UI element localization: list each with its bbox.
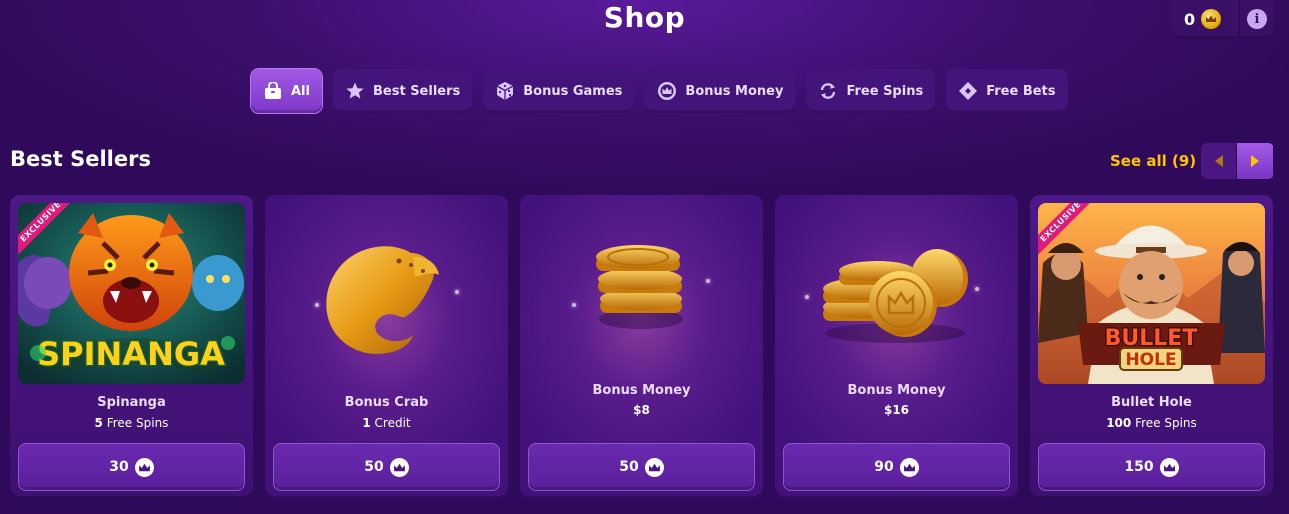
tab-all[interactable]: All (251, 69, 322, 113)
product-card[interactable]: Bonus Crab 1 Credit 50 (265, 195, 508, 500)
game-logo: SPINANGA (37, 335, 225, 373)
tab-label: Bonus Games (523, 83, 623, 99)
game-logo-line2: HOLE (1125, 350, 1176, 370)
chevron-left-icon (1214, 155, 1223, 167)
buy-button[interactable]: 50 (273, 443, 500, 491)
price-value: 30 (109, 459, 129, 475)
product-detail: 5 Free Spins (94, 416, 169, 430)
buy-button[interactable]: 150 (1038, 443, 1265, 491)
info-button[interactable]: i (1240, 0, 1274, 38)
product-carousel: SPINANGA EXCLUSIVE Spinanga 5 Free Spins… (10, 195, 1273, 500)
tab-free-spins[interactable]: Free Spins (806, 69, 936, 113)
product-detail: $8 (633, 403, 650, 417)
buy-button[interactable]: 30 (18, 443, 245, 491)
tab-label: Free Spins (846, 83, 924, 99)
product-detail: $16 (883, 403, 910, 417)
section-title: Best Sellers (10, 147, 151, 171)
see-all-link[interactable]: See all (9) (1110, 152, 1196, 170)
product-detail: 1 Credit (362, 416, 411, 430)
coin-stack-image (586, 235, 696, 339)
product-card[interactable]: BULLET HOLE EXCLUSIVE Bullet Hole 100 Fr… (1030, 195, 1273, 500)
category-tabs: All Best Sellers Bonus Games Bonus Money… (251, 69, 1068, 113)
buy-button[interactable]: 50 (528, 443, 755, 491)
carousel-pager (1201, 143, 1274, 179)
next-button[interactable] (1237, 143, 1273, 179)
crown-coin-icon (657, 81, 677, 101)
product-detail: 100 Free Spins (1106, 416, 1197, 430)
buy-button[interactable]: 90 (783, 443, 1010, 491)
price-value: 90 (874, 459, 894, 475)
tab-label: Free Bets (986, 83, 1056, 99)
game-thumbnail: SPINANGA EXCLUSIVE (18, 203, 245, 384)
crown-coin-icon (1159, 457, 1179, 477)
product-card[interactable]: Bonus Money $16 90 (775, 195, 1018, 500)
crown-coin-icon (644, 457, 664, 477)
dice-icon (495, 81, 515, 101)
wallet[interactable]: 0 i (1172, 0, 1274, 38)
balance-value: 0 (1184, 9, 1196, 29)
bag-icon (263, 82, 283, 100)
tab-bonus-games[interactable]: Bonus Games (483, 69, 635, 113)
crown-coin-icon (389, 457, 409, 477)
product-card[interactable]: Bonus Money $8 50 (520, 195, 763, 500)
page-title: Shop (603, 1, 686, 34)
crown-coin-icon (899, 457, 919, 477)
tab-label: Best Sellers (372, 83, 461, 99)
chevron-right-icon (1251, 155, 1259, 167)
tab-bonus-money[interactable]: Bonus Money (645, 69, 796, 113)
balance-display[interactable]: 0 (1172, 0, 1240, 38)
tab-best-sellers[interactable]: Best Sellers (332, 69, 473, 113)
info-icon: i (1247, 9, 1267, 29)
crown-coin-icon (1201, 9, 1222, 29)
price-value: 50 (619, 459, 639, 475)
coin-pile-image (815, 235, 975, 349)
star-icon (345, 81, 365, 101)
tab-label: All (291, 83, 310, 99)
product-name: Spinanga (97, 395, 166, 410)
crab-credit-image (315, 235, 455, 369)
tab-free-bets[interactable]: Free Bets (946, 69, 1068, 113)
ticket-icon (958, 81, 978, 101)
product-card[interactable]: SPINANGA EXCLUSIVE Spinanga 5 Free Spins… (10, 195, 253, 500)
product-name: Bonus Crab (344, 395, 429, 410)
game-thumbnail: BULLET HOLE EXCLUSIVE (1038, 203, 1265, 384)
previous-button[interactable] (1201, 143, 1237, 179)
refresh-icon (818, 81, 838, 101)
tab-label: Bonus Money (685, 83, 784, 99)
product-name: Bullet Hole (1111, 395, 1192, 410)
crown-coin-icon (134, 457, 154, 477)
price-value: 150 (1124, 459, 1154, 475)
product-name: Bonus Money (847, 383, 946, 398)
price-value: 50 (364, 459, 384, 475)
product-name: Bonus Money (592, 383, 691, 398)
